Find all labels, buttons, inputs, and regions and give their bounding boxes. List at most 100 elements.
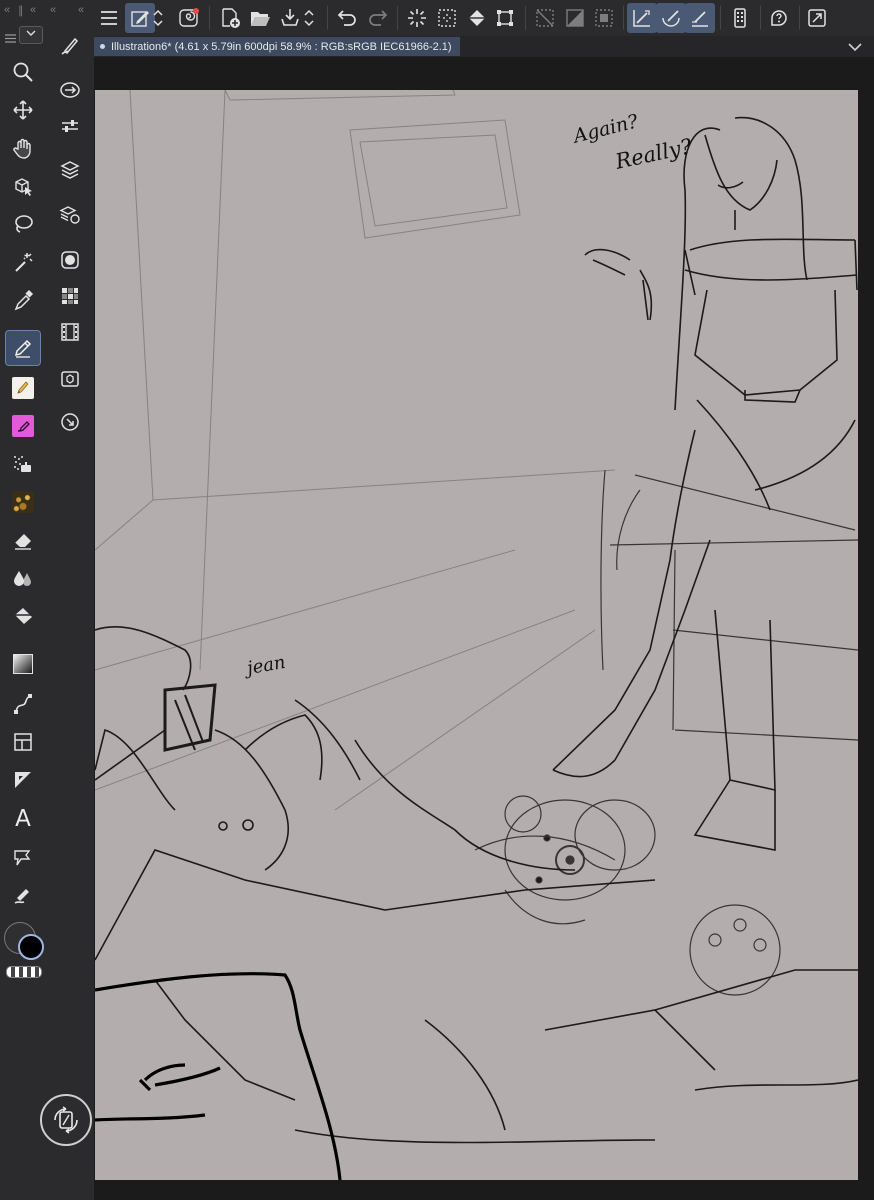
rotate-device-icon [54,1106,78,1134]
main-color-swatch[interactable] [18,934,44,960]
snap-to-special-ruler-button[interactable] [656,3,686,33]
frame-border-icon [14,733,32,751]
eraser-tool[interactable] [6,523,40,557]
invert-selection-button[interactable] [560,3,590,33]
undo-button[interactable] [333,3,363,33]
fill-tool[interactable] [6,599,40,633]
decoration-tool[interactable] [6,485,40,519]
hand-tool[interactable] [6,131,40,165]
fill-selection-button[interactable] [462,3,492,33]
sliders-icon [62,120,78,132]
tool-palette: « ∥ « A [0,0,47,1200]
lasso-tool[interactable] [6,207,40,241]
brush-tool[interactable] [6,409,40,443]
expand-icon [808,9,826,27]
snap-special-ruler-icon [662,10,680,27]
material-box-icon [61,371,79,387]
layers-icon [60,161,80,179]
tab-menu-button[interactable] [848,39,862,57]
curve-node-icon [14,694,32,714]
pen-square-icon [131,11,149,27]
gradient-tool[interactable] [6,647,40,681]
color-indicator[interactable] [2,920,44,982]
clear-button[interactable] [402,3,432,33]
text-icon: A [15,806,31,832]
blend-tool[interactable] [6,561,40,595]
main-menu-button[interactable] [94,3,124,33]
collapse-left-icon[interactable]: « [50,4,56,16]
search-menu-button[interactable] [54,406,86,438]
move-tool[interactable] [6,93,40,127]
device-button[interactable] [725,3,755,33]
fill-bucket-icon [15,608,32,624]
pencil-tool[interactable] [6,371,40,405]
eyedropper-tool[interactable] [6,283,40,317]
correct-line-icon [14,889,29,904]
airbrush-tool[interactable] [6,447,40,481]
deselect-icon [536,9,554,27]
ruler-tool[interactable] [6,763,40,797]
transform-button[interactable] [490,3,520,33]
chevron-down-icon [848,43,862,52]
cloud-sync-button[interactable] [174,3,204,33]
tool-property-button[interactable] [54,110,86,142]
sparkle-clear-icon [408,9,426,27]
snap-to-ruler-button[interactable] [627,3,657,33]
pencil-brush-icon [12,377,34,399]
navigator-button[interactable] [54,74,86,106]
collapse-left-icon[interactable]: « [4,4,10,16]
transparent-color-swatch[interactable] [6,966,42,978]
collapse-right-icon[interactable]: « [30,4,36,16]
divider [623,6,624,30]
film-strip-icon [61,323,79,341]
layer-button[interactable] [54,154,86,186]
layer-property-icon [59,206,80,224]
collapse-right-icon[interactable]: « [78,4,84,16]
redo-button[interactable] [362,3,392,33]
selection-border-button[interactable] [589,3,619,33]
text-tool[interactable]: A [6,802,40,836]
selection-border-icon [595,9,613,27]
timeline-button[interactable] [54,316,86,348]
open-button[interactable] [245,3,275,33]
canvas-tab[interactable]: Illustration6* (4.61 x 5.79in 600dpi 58.… [94,37,460,56]
object-select-icon [15,178,32,196]
layer-property-button[interactable] [54,198,86,230]
operation-tool[interactable] [6,169,40,203]
sub-tool-button[interactable] [54,30,86,62]
clear-outside-button[interactable] [432,3,462,33]
panel-grip-icon[interactable]: ∥ [18,4,24,17]
decoration-icon [12,491,34,513]
clear-outside-icon [438,9,456,27]
balloon-tool[interactable] [6,840,40,874]
rotate-canvas-button[interactable] [40,1094,92,1146]
palette-dropdown[interactable] [19,26,43,44]
snap-ruler-icon [633,10,650,27]
zoom-tool[interactable] [6,55,40,89]
snap-to-grid-button[interactable] [685,3,715,33]
auto-select-tool[interactable] [6,245,40,279]
help-button[interactable] [764,3,794,33]
magic-wand-icon [15,253,33,272]
drawing-canvas[interactable]: Again? Really? jean [95,90,858,1180]
color-set-button[interactable] [54,280,86,312]
phone-icon [734,8,746,28]
command-bar [94,0,874,37]
frame-tool[interactable] [6,725,40,759]
balloon-icon [14,850,31,866]
cloud-spiral-icon [179,8,199,27]
canvas-tab-title: Illustration6* (4.61 x 5.79in 600dpi 58.… [111,40,452,53]
pen-tool[interactable] [5,330,41,366]
new-file-icon [222,8,240,28]
material-button[interactable] [54,362,86,394]
figure-tool[interactable] [6,687,40,721]
new-canvas-button[interactable] [215,3,245,33]
correct-line-tool[interactable] [6,878,40,912]
deselect-button[interactable] [530,3,560,33]
color-wheel-button[interactable] [54,244,86,276]
transform-icon [497,10,513,26]
save-options-stepper[interactable] [301,3,317,33]
palette-menu-icon[interactable] [5,30,16,48]
fullscreen-button[interactable] [802,3,832,33]
modify-tool-stepper[interactable] [150,3,166,33]
